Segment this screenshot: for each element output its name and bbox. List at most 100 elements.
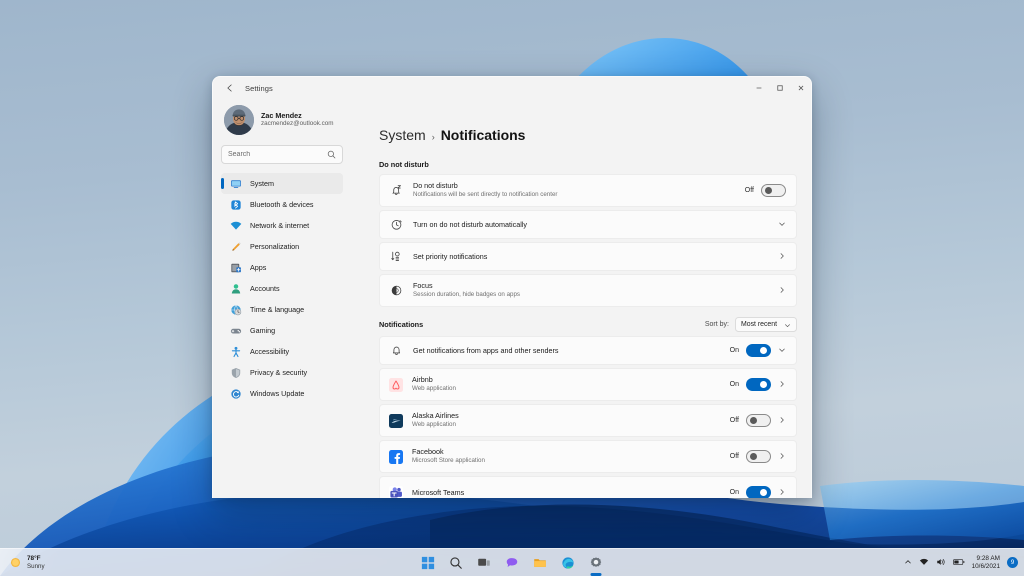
clock-date: 10/6/2021 (972, 563, 1000, 571)
chevron-right-icon[interactable] (778, 452, 786, 462)
sidebar-item-network-internet[interactable]: Network & internet (221, 215, 343, 236)
chevron-right-icon[interactable] (778, 380, 786, 390)
sidebar-item-accessibility[interactable]: Accessibility (221, 341, 343, 362)
wifi-icon[interactable] (919, 554, 929, 572)
status-badge: On (730, 347, 739, 354)
chevron-right-icon[interactable] (778, 416, 786, 426)
battery-icon[interactable] (953, 554, 965, 572)
card-controls: Off (730, 450, 786, 463)
sidebar-item-personalization[interactable]: Personalization (221, 236, 343, 257)
facebook-toggle[interactable] (746, 450, 771, 463)
taskbar-clock[interactable]: 9:28 AM 10/6/2021 (972, 555, 1000, 571)
airbnb-icon (389, 378, 403, 392)
search-icon (327, 150, 336, 159)
weather-widget[interactable]: 78°F Sunny (9, 555, 45, 571)
card-app-alaska-airlines[interactable]: Alaska Airlines Web application Off (379, 404, 797, 437)
status-badge: On (730, 381, 739, 388)
card-app-airbnb[interactable]: Airbnb Web application On (379, 368, 797, 401)
card-controls: On (730, 344, 786, 357)
maximize-icon (776, 84, 784, 92)
chevron-right-icon[interactable] (778, 252, 786, 262)
close-button[interactable] (790, 77, 811, 99)
card-text: Set priority notifications (413, 252, 769, 262)
chevron-right-icon[interactable] (778, 286, 786, 296)
sort-by-select[interactable]: Most recent (735, 317, 797, 332)
card-focus[interactable]: Focus Session duration, hide badges on a… (379, 274, 797, 307)
paintbrush-icon (230, 241, 242, 253)
do-not-disturb-toggle[interactable] (761, 184, 786, 197)
card-set-priority-notifications[interactable]: Set priority notifications (379, 242, 797, 271)
sidebar-item-bluetooth-devices[interactable]: Bluetooth & devices (221, 194, 343, 215)
sidebar-item-privacy-security[interactable]: Privacy & security (221, 362, 343, 383)
task-view-icon[interactable] (474, 553, 494, 573)
settings-gear-icon[interactable] (586, 553, 606, 573)
card-app-facebook[interactable]: Facebook Microsoft Store application Off (379, 440, 797, 473)
chevron-down-icon (784, 316, 791, 334)
card-text: Microsoft Teams (412, 488, 721, 498)
maximize-button[interactable] (769, 77, 790, 99)
sidebar-item-time-language[interactable]: Time & language (221, 299, 343, 320)
notification-count-badge[interactable]: 9 (1007, 557, 1018, 568)
sidebar-item-apps[interactable]: Apps (221, 257, 343, 278)
card-turn-on-dnd-automatically[interactable]: Turn on do not disturb automatically (379, 210, 797, 239)
toggle-knob (750, 453, 757, 460)
card-title: Focus (413, 281, 769, 291)
toggle-knob (750, 417, 757, 424)
profile-email: zacmendez@outlook.com (261, 120, 334, 129)
file-explorer-icon[interactable] (530, 553, 550, 573)
alaska-airlines-icon (389, 414, 403, 428)
chevron-down-icon[interactable] (778, 220, 786, 230)
search-input[interactable] (228, 151, 327, 158)
back-arrow-icon[interactable] (221, 79, 239, 97)
sidebar-item-gaming[interactable]: Gaming (221, 320, 343, 341)
microsoft-teams-toggle[interactable] (746, 486, 771, 498)
card-app-microsoft-teams[interactable]: Microsoft Teams On (379, 476, 797, 498)
search-icon[interactable] (446, 553, 466, 573)
speaker-icon[interactable] (936, 554, 946, 572)
microsoft-teams-icon (389, 486, 403, 499)
card-text: Do not disturb Notifications will be sen… (413, 181, 736, 199)
status-badge: Off (730, 453, 739, 460)
chevron-up-icon[interactable] (904, 558, 912, 568)
avatar (224, 105, 254, 135)
sidebar-item-label: Personalization (250, 242, 299, 251)
card-title: Turn on do not disturb automatically (413, 220, 769, 230)
breadcrumb-parent[interactable]: System (379, 127, 426, 143)
do-not-disturb-header: Do not disturb (379, 160, 797, 169)
card-get-notifications[interactable]: Get notifications from apps and other se… (379, 336, 797, 365)
card-do-not-disturb[interactable]: Do not disturb Notifications will be sen… (379, 174, 797, 207)
minimize-button[interactable] (748, 77, 769, 99)
taskbar-center (418, 553, 606, 573)
page-title: Notifications (441, 127, 526, 143)
update-icon (230, 388, 242, 400)
sidebar-item-label: Windows Update (250, 389, 304, 398)
sort-by-control: Sort by: Most recent (705, 317, 797, 332)
get-notifications-toggle[interactable] (746, 344, 771, 357)
sidebar-item-windows-update[interactable]: Windows Update (221, 383, 343, 404)
start-icon[interactable] (418, 553, 438, 573)
card-controls: Off (730, 414, 786, 427)
card-subtitle: Web application (412, 421, 721, 429)
chevron-down-icon[interactable] (778, 346, 786, 356)
sort-by-label: Sort by: (705, 321, 729, 328)
notifications-header: Notifications Sort by: Most recent (379, 318, 797, 331)
sidebar-item-accounts[interactable]: Accounts (221, 278, 343, 299)
card-text: Turn on do not disturb automatically (413, 220, 769, 230)
airbnb-toggle[interactable] (746, 378, 771, 391)
main-content: System › Notifications Do not disturb (351, 99, 811, 498)
microsoft-edge-icon[interactable] (558, 553, 578, 573)
person-icon (230, 283, 242, 295)
sidebar-item-system[interactable]: System (221, 173, 343, 194)
focus-moon-icon (389, 283, 404, 298)
alaska-airlines-toggle[interactable] (746, 414, 771, 427)
chevron-right-icon[interactable] (778, 488, 786, 498)
breadcrumb: System › Notifications (379, 99, 797, 160)
window-controls (748, 77, 811, 99)
sidebar-item-label: Privacy & security (250, 368, 307, 377)
back-arrow-glyph (225, 83, 235, 93)
do-not-disturb-cards: Do not disturb Notifications will be sen… (379, 174, 797, 307)
search-box[interactable] (221, 145, 343, 164)
chat-icon[interactable] (502, 553, 522, 573)
user-profile[interactable]: Zac Mendez zacmendez@outlook.com (221, 99, 343, 145)
card-controls: On (730, 486, 786, 498)
